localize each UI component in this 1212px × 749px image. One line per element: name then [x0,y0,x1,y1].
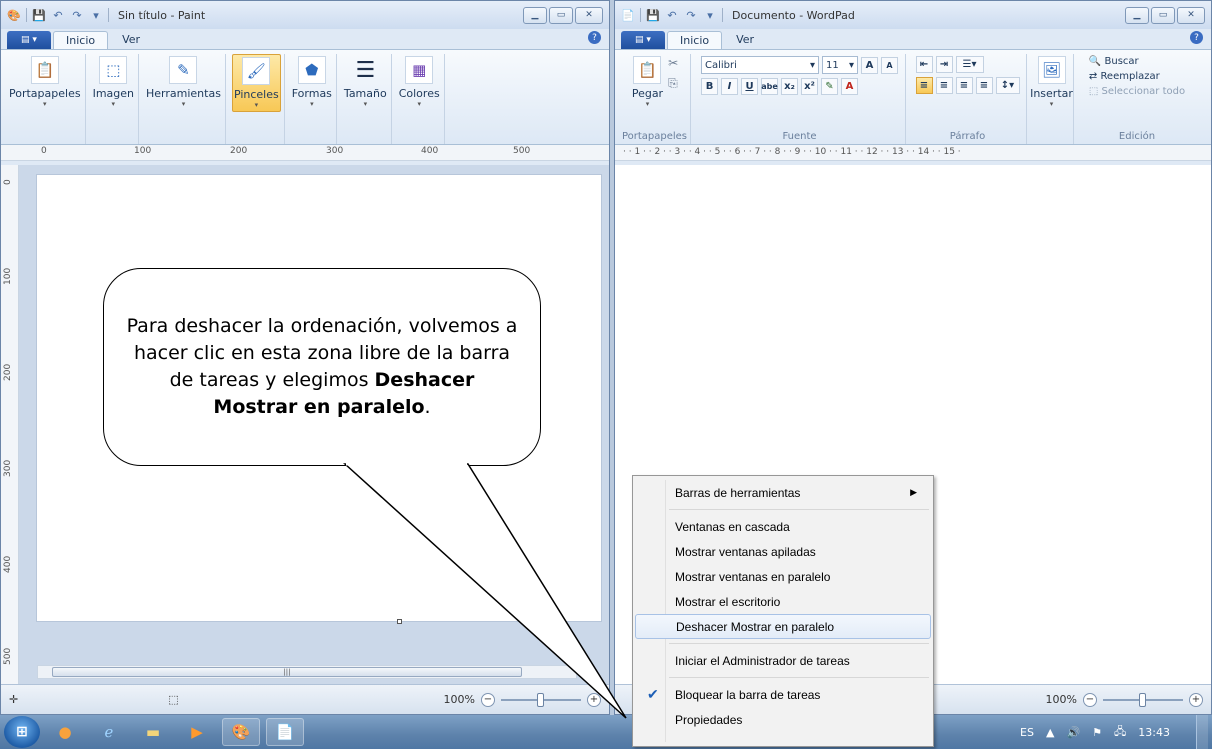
menu-item-show-desktop[interactable]: Mostrar el escritorio [635,589,931,614]
callout-tail [343,462,627,719]
menu-item-cascade[interactable]: Ventanas en cascada [635,514,931,539]
submenu-arrow-icon: ▶ [910,487,917,497]
menu-item-lock-taskbar[interactable]: ✔ Bloquear la barra de tareas [635,682,931,707]
menu-separator [669,643,929,644]
menu-separator [669,677,929,678]
checkmark-icon: ✔ [647,686,659,702]
menu-item-label: Propiedades [675,712,743,727]
menu-item-label: Mostrar ventanas apiladas [675,544,816,559]
menu-item-label: Iniciar el Administrador de tareas [675,653,850,668]
menu-item-label: Mostrar el escritorio [675,594,781,609]
menu-item-label: Ventanas en cascada [675,519,790,534]
menu-separator [669,509,929,510]
menu-item-properties[interactable]: Propiedades [635,707,931,732]
menu-item-label: Deshacer Mostrar en paralelo [676,619,835,634]
menu-item-toolbars[interactable]: Barras de herramientas ▶ [635,480,931,505]
menu-item-undo-side-by-side[interactable]: Deshacer Mostrar en paralelo [635,614,931,639]
menu-item-task-manager[interactable]: Iniciar el Administrador de tareas [635,648,931,673]
menu-item-side-by-side[interactable]: Mostrar ventanas en paralelo [635,564,931,589]
menu-item-label: Barras de herramientas [675,485,801,500]
menu-item-label: Bloquear la barra de tareas [675,687,821,702]
menu-item-label: Mostrar ventanas en paralelo [675,569,831,584]
taskbar-context-menu: Barras de herramientas ▶ Ventanas en casc… [632,475,934,747]
menu-item-stacked[interactable]: Mostrar ventanas apiladas [635,539,931,564]
